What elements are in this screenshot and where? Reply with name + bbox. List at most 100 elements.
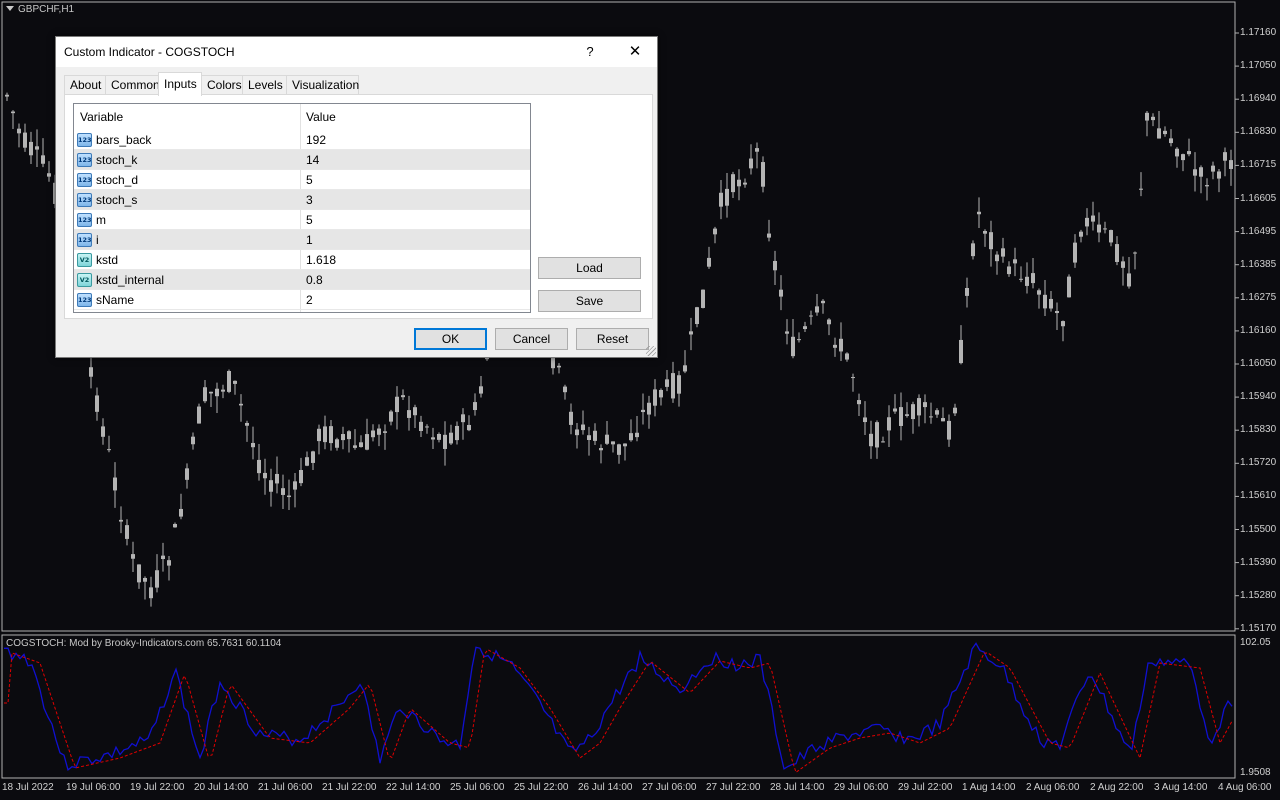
candle-body: [593, 430, 597, 441]
candle-body: [647, 402, 651, 415]
candle-body: [1193, 169, 1197, 176]
param-value[interactable]: 192: [306, 130, 326, 150]
close-button[interactable]: ✕: [616, 37, 654, 67]
candle-body: [845, 353, 849, 360]
candle-body: [617, 444, 621, 455]
param-value[interactable]: 0.8: [306, 270, 323, 290]
param-value[interactable]: 1.618: [306, 250, 336, 270]
candle-body: [89, 367, 93, 377]
candle-body: [671, 373, 675, 399]
tab-inputs[interactable]: Inputs: [158, 72, 202, 96]
param-value[interactable]: 3: [306, 190, 313, 210]
candle-body: [1043, 294, 1047, 309]
param-row-stoch_d[interactable]: 123 stoch_d 5: [74, 170, 530, 190]
candle-body: [131, 554, 135, 559]
candle-body: [137, 564, 141, 583]
candle-body: [215, 388, 219, 397]
candle-body: [29, 141, 33, 156]
candle-body: [341, 434, 345, 441]
candle-body: [263, 472, 267, 479]
tab-common[interactable]: Common: [105, 75, 160, 95]
time-tick-label: 19 Jul 22:00: [130, 782, 185, 793]
signal-oscillator-line: [4, 649, 1233, 774]
candle-body: [1031, 273, 1035, 284]
candle-body: [107, 449, 111, 451]
help-button[interactable]: ?: [576, 37, 604, 67]
param-value[interactable]: 2: [306, 290, 313, 310]
candle-body: [419, 421, 423, 432]
candle-body: [1121, 261, 1125, 268]
candle-body: [1079, 231, 1083, 237]
reset-button[interactable]: Reset: [576, 328, 649, 350]
param-row-stoch_s[interactable]: 123 stoch_s 3: [74, 190, 530, 210]
price-tick-label: 1.15720: [1240, 457, 1277, 469]
dialog-titlebar[interactable]: Custom Indicator - COGSTOCH ? ✕: [56, 37, 657, 67]
candle-body: [401, 395, 405, 398]
dropdown-triangle-icon[interactable]: [6, 6, 14, 11]
param-row-bars_back[interactable]: 123 bars_back 192: [74, 130, 530, 150]
param-row-kstd_internal[interactable]: V2 kstd_internal 0.8: [74, 270, 530, 290]
candle-body: [791, 336, 795, 357]
ok-button[interactable]: OK: [414, 328, 487, 350]
price-tick-label: 1.15610: [1240, 490, 1277, 502]
candle-body: [179, 508, 183, 517]
symbol-text: GBPCHF,H1: [18, 4, 75, 15]
candle-body: [815, 306, 819, 313]
time-tick-label: 25 Jul 22:00: [514, 782, 569, 793]
int-icon: 123: [77, 233, 92, 247]
candle-body: [1187, 151, 1191, 155]
candle-body: [245, 422, 249, 426]
candle-body: [23, 132, 27, 148]
param-name: i: [96, 233, 99, 247]
save-button[interactable]: Save: [538, 290, 641, 312]
column-header-value[interactable]: Value: [300, 104, 336, 130]
param-value[interactable]: 1: [306, 230, 313, 250]
candle-body: [389, 411, 393, 422]
indicator-label: COGSTOCH: Mod by Brooky-Indicators.com 6…: [6, 638, 282, 649]
time-tick-label: 2 Aug 06:00: [1026, 782, 1080, 793]
param-row-i[interactable]: 123 i 1: [74, 230, 530, 250]
resize-grip-icon[interactable]: [646, 346, 656, 356]
cancel-button[interactable]: Cancel: [495, 328, 568, 350]
candle-body: [323, 426, 327, 443]
candle-body: [1103, 228, 1107, 230]
inputs-table[interactable]: Variable Value 123 bars_back 192 123 stoch_k…: [73, 103, 531, 313]
candle-body: [935, 410, 939, 415]
tab-about[interactable]: About: [64, 75, 106, 95]
candle-body: [347, 431, 351, 440]
param-row-sName[interactable]: 123 sName 2: [74, 290, 530, 310]
tab-colors[interactable]: Colors: [201, 75, 243, 95]
candle-body: [809, 315, 813, 317]
param-value[interactable]: 5: [306, 170, 313, 190]
candle-body: [551, 357, 555, 369]
candle-body: [359, 442, 363, 448]
candle-body: [947, 420, 951, 440]
candle-body: [569, 411, 573, 425]
candle-body: [479, 386, 483, 394]
candle-body: [683, 365, 687, 372]
candle-body: [623, 443, 627, 447]
tab-levels[interactable]: Levels: [242, 75, 287, 95]
tab-visualization[interactable]: Visualization: [286, 75, 359, 95]
column-header-variable[interactable]: Variable: [74, 104, 123, 130]
param-row-kstd[interactable]: V2 kstd 1.618: [74, 250, 530, 270]
candle-body: [1139, 188, 1143, 190]
candle-body: [899, 407, 903, 426]
param-row-m[interactable]: 123 m 5: [74, 210, 530, 230]
candle-body: [1091, 215, 1095, 222]
param-value[interactable]: 5: [306, 210, 313, 230]
candle-body: [1013, 259, 1017, 264]
param-value[interactable]: 14: [306, 150, 319, 170]
candle-body: [851, 377, 855, 379]
price-tick-label: 1.16940: [1240, 93, 1277, 105]
time-tick-label: 20 Jul 14:00: [194, 782, 249, 793]
candle-body: [431, 437, 435, 440]
load-button[interactable]: Load: [538, 257, 641, 279]
price-tick-label: 1.16495: [1240, 225, 1277, 237]
candle-body: [695, 307, 699, 325]
param-name: stoch_s: [96, 193, 138, 207]
param-row-stoch_k[interactable]: 123 stoch_k 14: [74, 150, 530, 170]
time-tick-label: 27 Jul 06:00: [642, 782, 697, 793]
candle-body: [965, 287, 969, 296]
indicator-tick-label: 102.05: [1240, 637, 1271, 648]
